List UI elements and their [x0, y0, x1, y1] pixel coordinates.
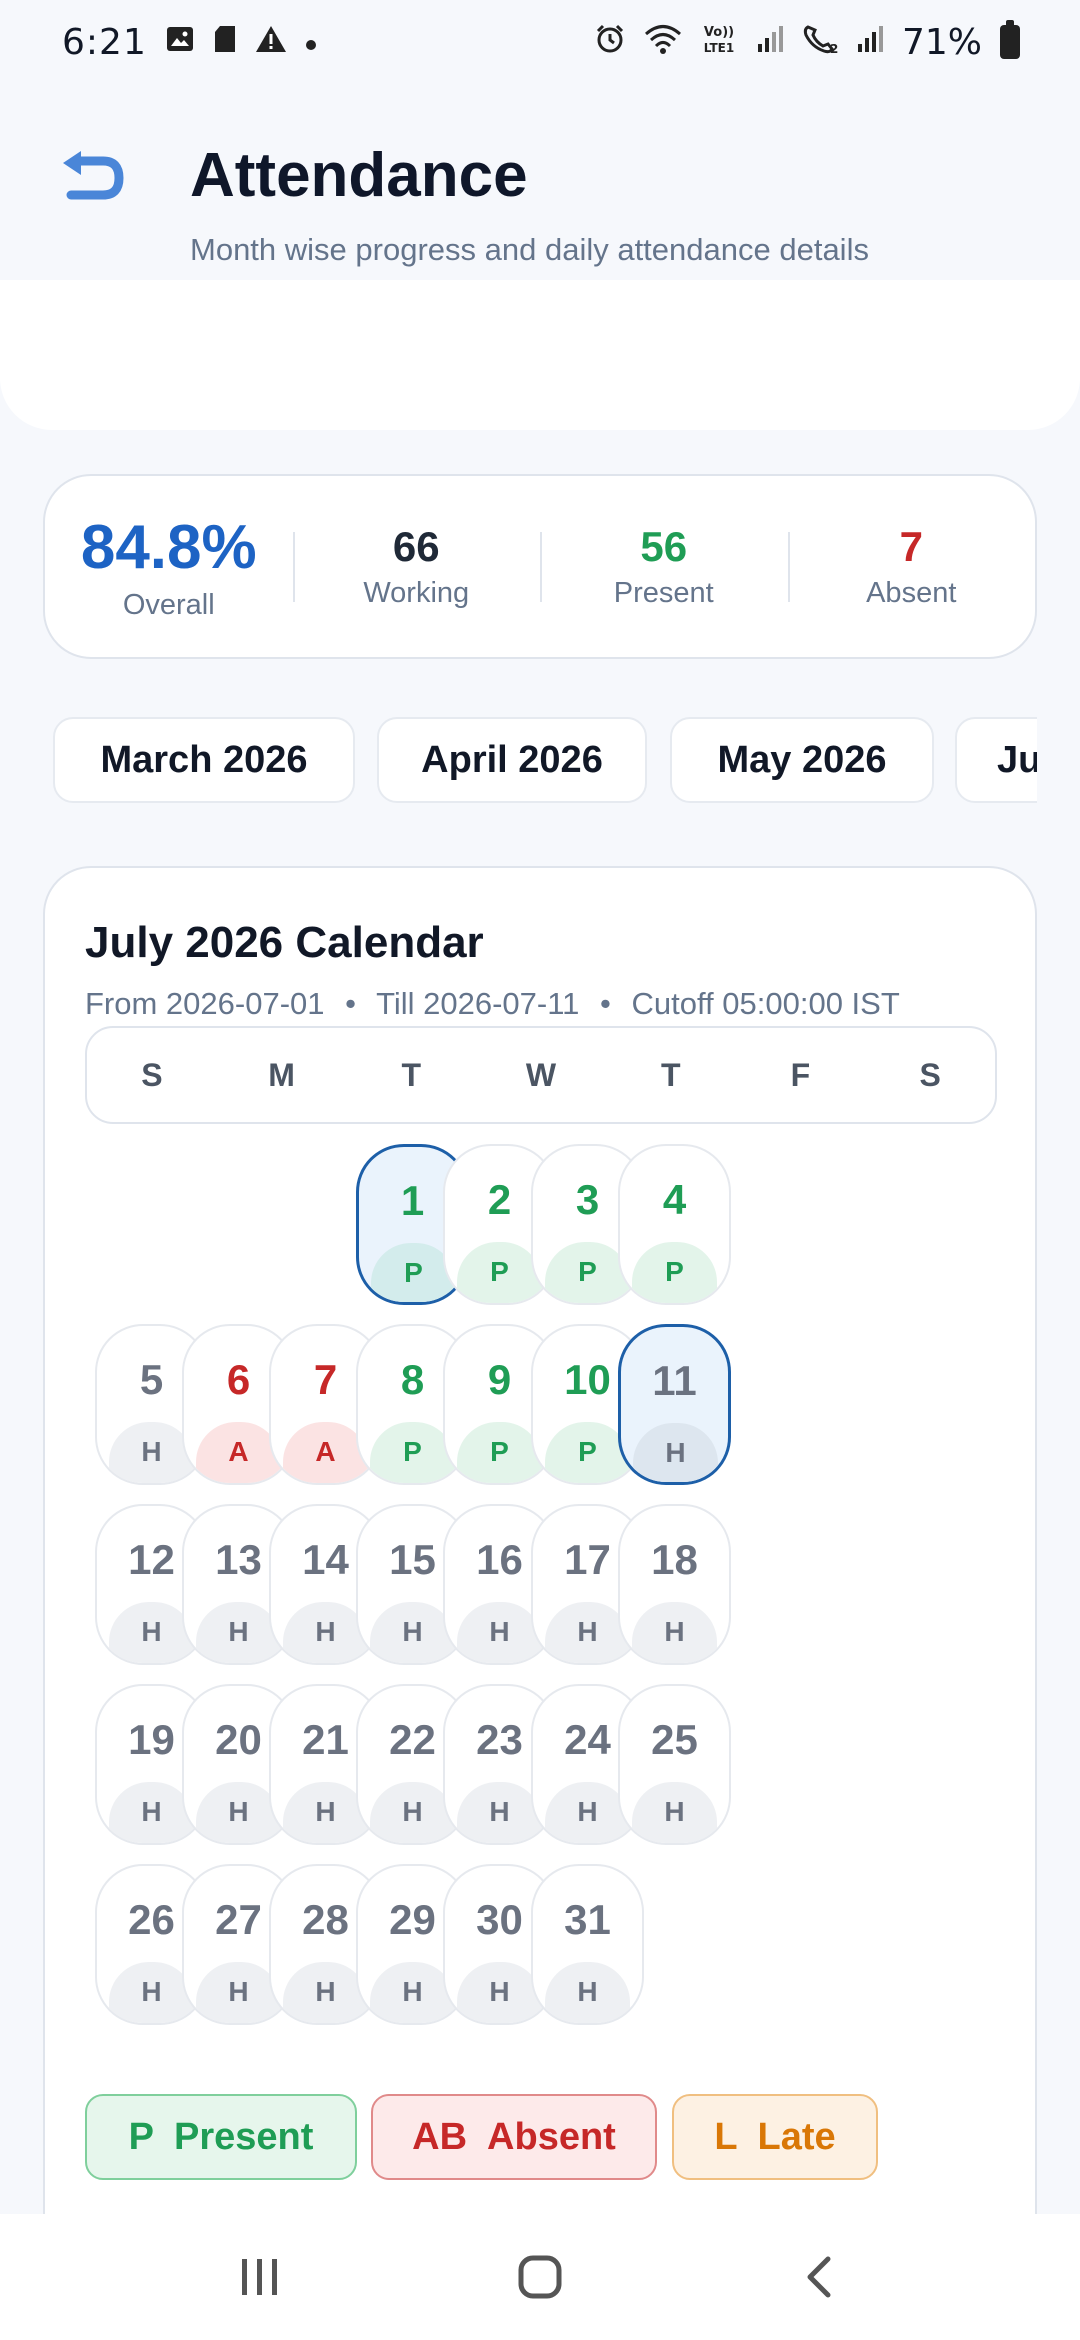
system-nav-bar	[0, 2214, 1080, 2340]
range-till: Till 2026-07-11	[376, 986, 580, 1021]
battery-percent: 71%	[901, 21, 982, 63]
stat-working: 66 Working	[292, 476, 541, 657]
day-cell[interactable]: 25 H	[618, 1684, 731, 1845]
signal-2-icon	[856, 24, 884, 60]
overall-label: Overall	[122, 588, 215, 621]
absent-value: 7	[899, 523, 923, 570]
day-cell[interactable]: 4P	[618, 1144, 731, 1305]
day-cell[interactable]: 18 H	[618, 1504, 731, 1665]
month-tab-march[interactable]: March 2026	[53, 717, 355, 803]
page-subtitle: Month wise progress and daily attendance…	[190, 232, 869, 267]
legend-late: L Late	[672, 2094, 878, 2180]
weekday-sat: S	[919, 1056, 941, 1093]
wifi-calling-icon: 2	[802, 23, 838, 61]
day-status-badge: H	[457, 1602, 542, 1663]
day-number: 25	[651, 1716, 698, 1763]
status-right: Vo)) LTE1 2 71%	[594, 20, 1020, 63]
month-tab-july[interactable]: Ju	[955, 717, 1037, 803]
legend-present-code: P	[128, 2115, 154, 2158]
day-status-badge: P	[632, 1242, 717, 1303]
day-number: 31	[564, 1896, 611, 1943]
day-status-badge: H	[633, 1423, 718, 1482]
present-label: Present	[613, 577, 714, 609]
day-status-badge: P	[457, 1422, 542, 1483]
wifi-icon	[644, 23, 682, 61]
undo-arrow-icon	[63, 151, 124, 200]
day-status-badge: H	[457, 1962, 542, 2023]
range-cutoff: Cutoff 05:00:00 IST	[631, 986, 900, 1021]
weekday-sun: S	[141, 1056, 163, 1093]
month-tab-may[interactable]: May 2026	[670, 717, 934, 803]
page-title: Attendance	[190, 141, 528, 210]
legend-late-label: Late	[757, 2115, 836, 2158]
range-separator: •	[600, 986, 611, 1021]
calendar-card: July 2026 Calendar From 2026-07-01 • Til…	[43, 866, 1037, 2340]
legend-present: P Present	[85, 2094, 357, 2180]
signal-icon	[756, 24, 784, 60]
sd-card-icon	[213, 24, 237, 60]
status-time: 6:21	[62, 21, 147, 63]
day-number: 11	[652, 1357, 697, 1404]
weekday-tue: T	[401, 1056, 422, 1093]
day-number: 18	[651, 1536, 698, 1583]
calendar-range: From 2026-07-01 • Till 2026-07-11 • Cuto…	[85, 986, 900, 1022]
range-from: From 2026-07-01	[85, 986, 325, 1021]
status-bar: 6:21 Vo)) LTE1 2 71%	[0, 0, 1080, 84]
home-icon	[518, 2255, 562, 2299]
legend-absent-label: Absent	[487, 2115, 616, 2158]
weekday-header: S M T W T F S	[85, 1026, 997, 1124]
calendar-title: July 2026 Calendar	[85, 918, 484, 967]
day-cell[interactable]: 31 H	[531, 1864, 644, 2025]
present-value: 56	[640, 523, 688, 570]
legend-absent-code: AB	[412, 2115, 468, 2158]
nav-back-button[interactable]	[760, 2217, 880, 2337]
weekday-fri: F	[790, 1056, 811, 1093]
month-tab-april[interactable]: April 2026	[377, 717, 647, 803]
weekday-mon: M	[268, 1056, 295, 1093]
day-status-badge: H	[632, 1782, 717, 1843]
legend-present-label: Present	[173, 2115, 314, 2158]
back-button[interactable]	[52, 139, 132, 219]
nav-recents-button[interactable]	[200, 2217, 320, 2337]
absent-label: Absent	[866, 577, 957, 609]
working-label: Working	[363, 577, 470, 609]
working-value: 66	[392, 523, 440, 570]
day-status-badge: H	[632, 1602, 717, 1663]
day-number: 4	[662, 1176, 687, 1223]
legend-late-code: L	[714, 2115, 738, 2158]
weekday-wed: W	[525, 1056, 557, 1093]
nav-home-button[interactable]	[480, 2217, 600, 2337]
stat-present: 56 Present	[540, 476, 788, 657]
month-tabs: March 2026 April 2026 May 2026 Ju	[43, 717, 1037, 807]
alarm-icon	[594, 23, 626, 61]
notification-dot-icon	[305, 27, 317, 57]
range-separator: •	[345, 986, 356, 1021]
svg-text:LTE1: LTE1	[704, 41, 734, 55]
svg-text:2: 2	[830, 42, 838, 55]
stat-absent: 7 Absent	[787, 476, 1036, 657]
status-left: 6:21	[62, 22, 317, 63]
day-status-badge: H	[457, 1782, 542, 1843]
day-cell[interactable]: 11 H	[618, 1324, 731, 1485]
day-status-badge: H	[545, 1962, 630, 2023]
warning-icon	[255, 24, 287, 60]
day-status-badge: P	[457, 1242, 542, 1303]
recents-icon	[242, 2259, 277, 2295]
summary-card: 84.8% Overall 66 Working 56 Present 7 Ab…	[43, 474, 1037, 659]
weekday-thu: T	[660, 1056, 681, 1093]
svg-text:Vo)): Vo))	[704, 25, 734, 40]
battery-icon	[1000, 20, 1020, 59]
gallery-icon	[165, 24, 195, 60]
chevron-left-icon	[807, 2256, 831, 2298]
header: Attendance Month wise progress and daily…	[0, 84, 1080, 430]
legend-absent: AB Absent	[371, 2094, 657, 2180]
overall-value: 84.8%	[80, 512, 257, 582]
volte-icon: Vo)) LTE1	[700, 22, 738, 62]
stat-overall: 84.8% Overall	[45, 476, 293, 657]
